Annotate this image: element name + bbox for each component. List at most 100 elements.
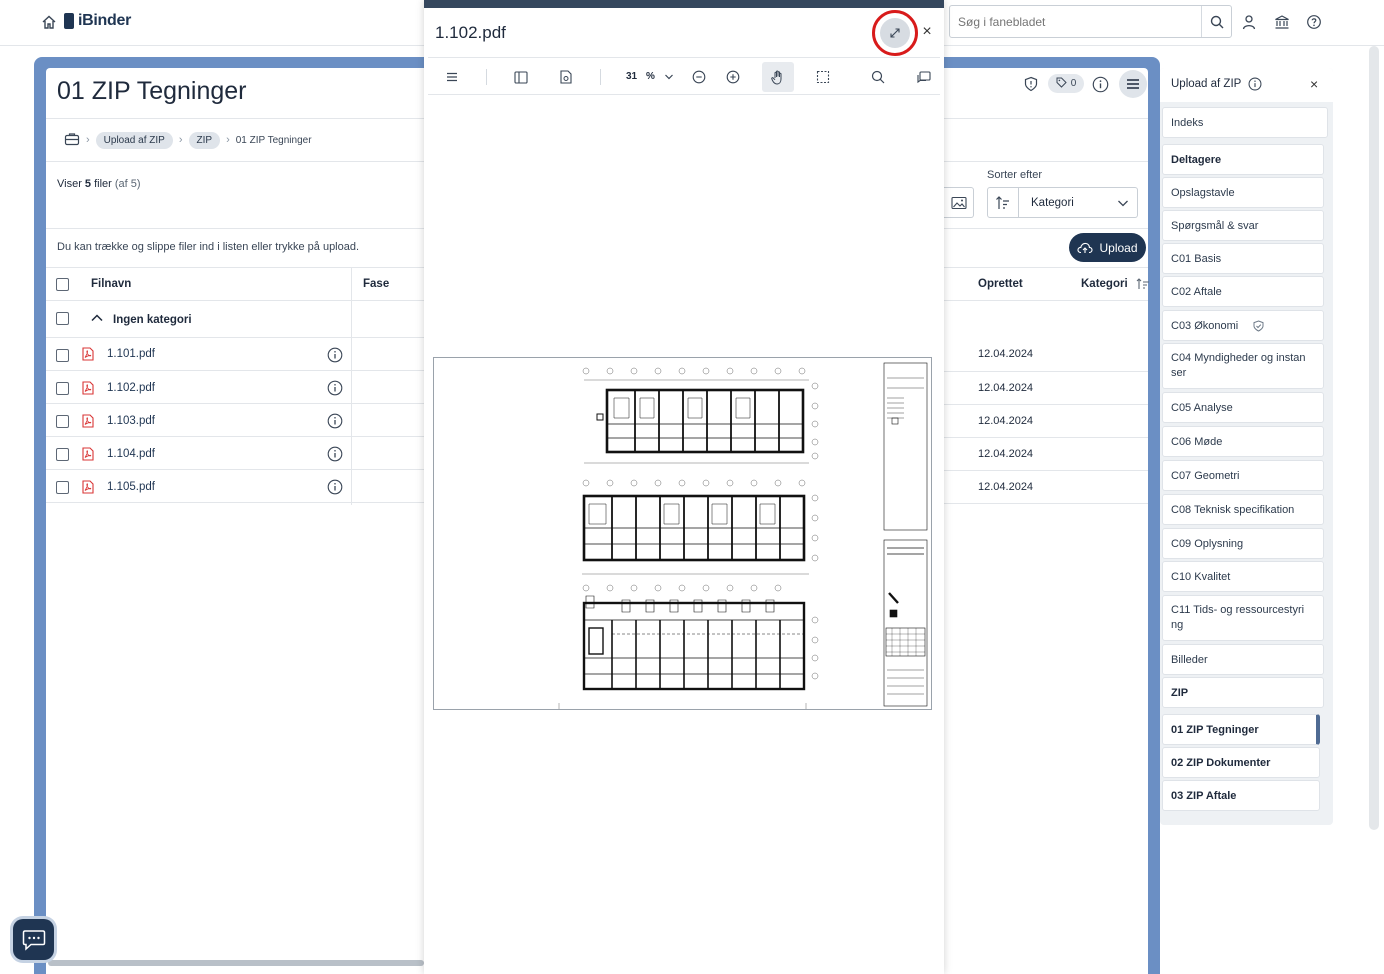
sidebar-item-c01[interactable]: C01 Basis [1162, 243, 1324, 274]
briefcase-icon[interactable] [64, 132, 80, 149]
sidebar-item-c08[interactable]: C08 Teknisk specifikation [1162, 494, 1324, 525]
search-icon[interactable] [868, 67, 888, 87]
breadcrumb-item-zip[interactable]: ZIP [188, 131, 221, 149]
row-checkbox[interactable] [56, 448, 69, 461]
info-icon[interactable] [327, 413, 343, 429]
sidebar-item-c07[interactable]: C07 Geometri [1162, 460, 1324, 491]
sidebar-item-c11[interactable]: C11 Tids- og ressourcestyri ng [1162, 595, 1324, 641]
sidebar-item-c02[interactable]: C02 Aftale [1162, 276, 1324, 307]
sidebar-item-zip-aftale[interactable]: 03 ZIP Aftale [1162, 780, 1320, 811]
info-icon[interactable] [1248, 77, 1262, 91]
marquee-select-icon[interactable] [813, 67, 833, 87]
created-date: 12.04.2024 [978, 448, 1034, 460]
viewer-title: 1.102.pdf [435, 23, 506, 42]
file-name-link[interactable]: 1.102.pdf [107, 382, 155, 394]
column-filename[interactable]: Filnavn [91, 278, 131, 290]
viewer-toolbar: 31 % [428, 57, 940, 95]
sidebar-item-c04[interactable]: C04 Myndigheder og instan ser [1162, 343, 1324, 389]
table-row[interactable] [46, 470, 424, 503]
info-icon[interactable] [327, 380, 343, 396]
sidebar-item-zip-dokumenter[interactable]: 02 ZIP Dokumenter [1162, 747, 1320, 778]
comments-icon[interactable] [914, 67, 934, 87]
file-count: Viser 5 filer (af 5) [57, 178, 141, 190]
sidebar-item-c06[interactable]: C06 Møde [1162, 426, 1324, 457]
sidebar-item-questions[interactable]: Spørgsmål & svar [1162, 210, 1324, 241]
pdf-page-preview[interactable] [433, 357, 932, 710]
row-checkbox[interactable] [56, 349, 69, 362]
group-checkbox[interactable] [56, 312, 69, 325]
info-icon[interactable] [327, 347, 343, 363]
upload-button[interactable]: Upload [1069, 233, 1146, 262]
sort-select[interactable]: Kategori [1019, 187, 1138, 218]
zoom-out-icon[interactable] [689, 67, 709, 87]
shield-icon[interactable] [1021, 74, 1041, 94]
file-name-link[interactable]: 1.101.pdf [107, 348, 155, 360]
page-view-icon[interactable] [556, 67, 576, 87]
menu-button[interactable] [1119, 70, 1147, 98]
floor-plan-drawing [558, 362, 928, 709]
row-checkbox[interactable] [56, 415, 69, 428]
row-checkbox[interactable] [56, 481, 69, 494]
column-category[interactable]: Kategori [1081, 278, 1128, 290]
sidebar-item-opslagstavle[interactable]: Opslagstavle [1162, 177, 1324, 208]
select-all-checkbox[interactable] [56, 278, 69, 291]
info-icon[interactable] [327, 479, 343, 495]
file-name-link[interactable]: 1.105.pdf [107, 481, 155, 493]
close-icon[interactable]: × [920, 23, 934, 40]
sidebar-item-indeks[interactable]: Indeks [1162, 107, 1328, 138]
column-phase[interactable]: Fase [363, 278, 389, 290]
logo-text: iBinder [78, 12, 132, 29]
chat-bubble-icon [22, 929, 45, 951]
close-icon[interactable]: × [1310, 76, 1318, 92]
index-sidebar-title: Upload af ZIP [1171, 78, 1242, 90]
chat-support-button[interactable] [13, 919, 54, 960]
created-date: 12.04.2024 [978, 415, 1034, 427]
sort-direction-button[interactable] [987, 187, 1019, 218]
user-icon[interactable] [1240, 13, 1258, 31]
breadcrumb-item-current: 01 ZIP Tegninger [235, 134, 312, 146]
horizontal-scrollbar[interactable] [48, 960, 424, 966]
sidebar-item-c05[interactable]: C05 Analyse [1162, 392, 1324, 423]
sort-arrow-icon[interactable] [1136, 277, 1150, 291]
table-row[interactable] [46, 338, 424, 371]
group-label: Ingen kategori [113, 314, 192, 326]
home-icon[interactable] [40, 13, 58, 31]
column-created[interactable]: Oprettet [978, 278, 1023, 290]
window-scrollbar[interactable] [1369, 46, 1379, 830]
chevron-down-icon[interactable] [659, 67, 679, 87]
sidebar-toggle-icon[interactable] [511, 67, 531, 87]
ibinder-logo[interactable]: iBinder [64, 12, 131, 30]
info-icon[interactable] [327, 446, 343, 462]
zoom-in-icon[interactable] [723, 67, 743, 87]
sidebar-item-c09[interactable]: C09 Oplysning [1162, 528, 1324, 559]
breadcrumb-item-upload[interactable]: Upload af ZIP [95, 131, 173, 149]
search-icon[interactable] [1202, 6, 1232, 37]
zoom-unit: % [646, 71, 655, 82]
breadcrumb: › Upload af ZIP › ZIP › 01 ZIP Tegninger [64, 130, 312, 150]
chevron-up-icon[interactable] [90, 311, 104, 325]
hand-pan-icon[interactable] [768, 67, 788, 87]
row-checkbox[interactable] [56, 382, 69, 395]
institution-icon[interactable] [1273, 13, 1291, 31]
table-row[interactable] [46, 437, 424, 470]
sidebar-item-c03[interactable]: C03 Økonomi [1162, 310, 1324, 341]
help-icon[interactable] [1305, 13, 1323, 31]
sidebar-item-zip[interactable]: ZIP [1162, 677, 1324, 708]
tag-count-badge[interactable]: 0 [1048, 74, 1084, 93]
image-view-button[interactable] [944, 187, 974, 218]
chevron-right-icon: › [178, 134, 183, 146]
menu-icon[interactable] [442, 67, 462, 87]
zoom-value[interactable]: 31 [626, 71, 637, 82]
info-icon[interactable] [1090, 74, 1110, 94]
sidebar-item-billeder[interactable]: Billeder [1162, 644, 1324, 675]
search-input[interactable] [958, 6, 1198, 37]
sidebar-item-deltagere[interactable]: Deltagere [1162, 144, 1324, 175]
chevron-down-icon [1118, 200, 1128, 207]
file-name-link[interactable]: 1.103.pdf [107, 415, 155, 427]
table-row[interactable] [46, 371, 424, 404]
sidebar-item-c10[interactable]: C10 Kvalitet [1162, 561, 1324, 592]
file-count-total: (af 5) [114, 178, 141, 190]
sidebar-item-zip-tegninger[interactable]: 01 ZIP Tegninger [1162, 714, 1320, 745]
file-name-link[interactable]: 1.104.pdf [107, 448, 155, 460]
table-row[interactable] [46, 404, 424, 437]
